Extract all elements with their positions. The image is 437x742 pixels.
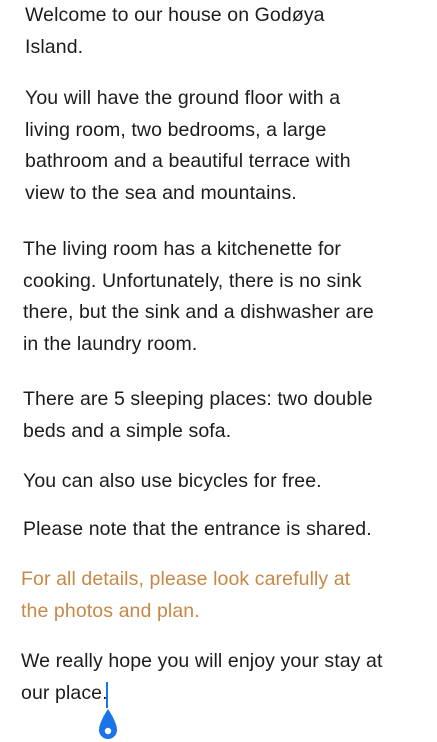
text-line: You will have the ground floor with a bbox=[25, 87, 341, 109]
paragraph-ground-floor: You will have the ground floor with a li… bbox=[25, 83, 351, 209]
text-line: You can also use bicycles for free. bbox=[23, 470, 322, 492]
paragraph-living-room: The living room has a kitchenette for co… bbox=[23, 234, 374, 360]
paragraph-welcome: Welcome to our house on Godøya Island. bbox=[25, 0, 325, 63]
teardrop-handle-icon[interactable] bbox=[97, 708, 119, 742]
paragraph-sleeping-places: There are 5 sleeping places: two double … bbox=[23, 384, 373, 447]
paragraph-entrance: Please note that the entrance is shared. bbox=[23, 514, 372, 546]
text-line: Please note that the entrance is shared. bbox=[23, 518, 372, 540]
text-line: there, but the sink and a dishwasher are bbox=[23, 301, 374, 323]
text-line: the photos and plan. bbox=[21, 599, 200, 622]
text-line: in the laundry room. bbox=[23, 332, 198, 355]
paragraph-bicycles: You can also use bicycles for free. bbox=[23, 466, 322, 498]
text-line: For all details, please look carefully a… bbox=[21, 568, 351, 590]
text-cursor bbox=[106, 682, 108, 708]
text-line: bathroom and a beautiful terrace with bbox=[25, 150, 351, 172]
paragraph-details-note: For all details, please look carefully a… bbox=[21, 564, 350, 627]
text-line: view to the sea and mountains. bbox=[25, 181, 297, 204]
text-line: Welcome to our house on Godøya bbox=[25, 4, 325, 26]
text-line: There are 5 sleeping places: two double bbox=[23, 388, 373, 410]
text-line: cooking. Unfortunately, there is no sink bbox=[23, 269, 362, 292]
text-line: We really hope you will enjoy your stay … bbox=[21, 650, 383, 672]
text-line: beds and a simple sofa. bbox=[23, 419, 232, 442]
text-line: living room, two bedrooms, a large bbox=[25, 118, 327, 141]
paragraph-closing: We really hope you will enjoy your stay … bbox=[21, 646, 383, 709]
text-line: Island. bbox=[25, 35, 84, 58]
text-line: The living room has a kitchenette for bbox=[23, 238, 342, 260]
text-line: our place. bbox=[21, 681, 108, 704]
